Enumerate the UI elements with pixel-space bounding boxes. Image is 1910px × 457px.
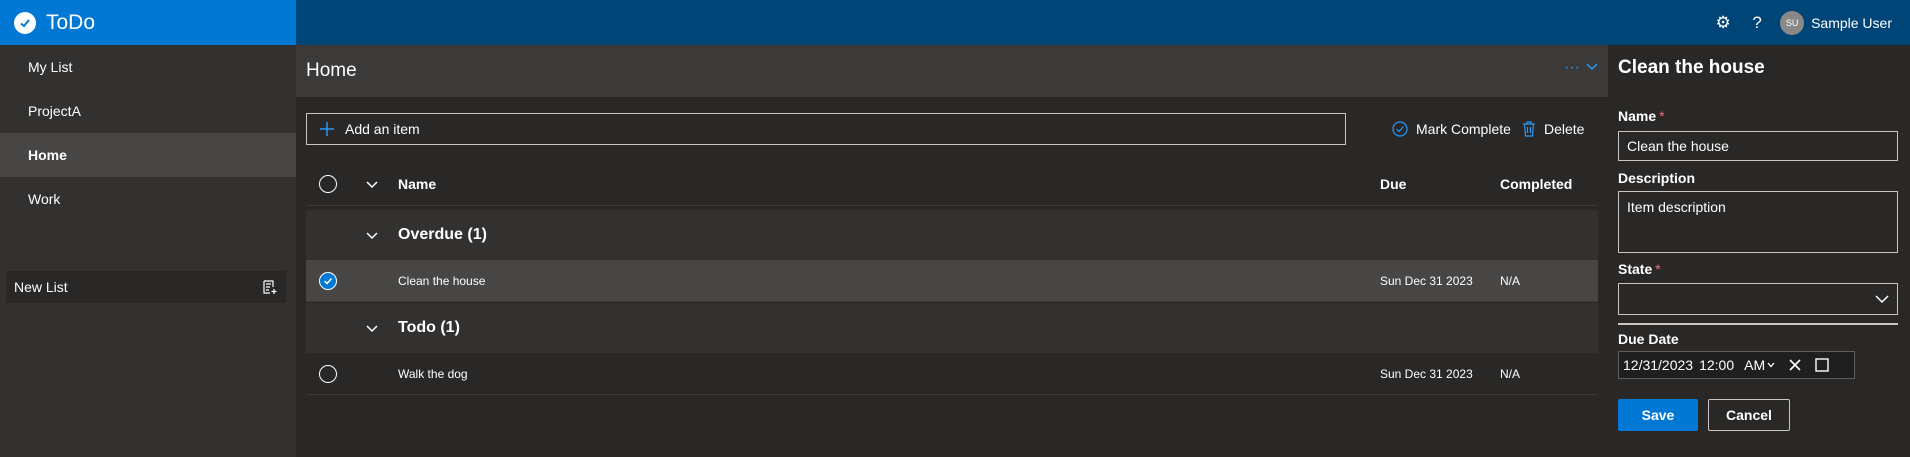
name-label-text: Name — [1618, 108, 1657, 124]
mark-complete-label: Mark Complete — [1416, 121, 1511, 137]
due-date-value[interactable]: 12/31/2023 — [1623, 357, 1693, 373]
app-title: ToDo — [46, 10, 96, 34]
table-row[interactable]: Walk the dog Sun Dec 31 2023 N/A — [306, 353, 1598, 395]
required-marker: * — [1655, 261, 1661, 277]
chevron-down-icon[interactable] — [1586, 59, 1598, 77]
clear-icon[interactable] — [1789, 359, 1801, 371]
calendar-icon[interactable] — [1815, 358, 1829, 372]
top-bar: ToDo ⚙ ? SU Sample User — [0, 0, 1910, 45]
collapse-all-icon[interactable] — [364, 176, 380, 192]
group-header-overdue[interactable]: Overdue (1) — [306, 210, 1598, 260]
app-brand[interactable]: ToDo — [0, 0, 296, 45]
ampm-select[interactable]: AM — [1744, 357, 1765, 373]
state-label: State * — [1618, 261, 1661, 277]
check-circle-icon — [1392, 121, 1408, 137]
cancel-button[interactable]: Cancel — [1708, 399, 1790, 431]
item-name: Clean the house — [398, 274, 486, 288]
plus-icon — [320, 122, 334, 136]
chevron-down-icon[interactable] — [364, 320, 380, 336]
due-date-input[interactable]: 12/31/2023 12:00 AM — [1618, 351, 1855, 379]
user-name[interactable]: Sample User — [1811, 15, 1892, 31]
delete-label: Delete — [1544, 121, 1585, 137]
list-options: ··· — [1558, 59, 1598, 77]
due-date-label: Due Date — [1618, 331, 1679, 347]
group-title: Todo (1) — [398, 319, 460, 336]
add-item-label: Add an item — [345, 121, 420, 137]
help-icon[interactable]: ? — [1746, 12, 1768, 34]
command-bar: Add an item Mark Complete Delete — [306, 113, 1598, 145]
trash-icon — [1523, 121, 1535, 137]
item-due: Sun Dec 31 2023 — [1380, 274, 1473, 288]
required-marker: * — [1659, 108, 1665, 124]
name-label: Name * — [1618, 108, 1665, 124]
delete-button[interactable]: Delete — [1522, 113, 1584, 145]
item-completed: N/A — [1500, 274, 1521, 288]
chevron-down-icon[interactable] — [364, 227, 380, 243]
add-list-icon[interactable] — [262, 279, 278, 295]
new-list-placeholder: New List — [14, 279, 68, 295]
item-checkbox[interactable] — [319, 272, 337, 290]
name-field[interactable]: Clean the house — [1618, 131, 1898, 161]
column-header-completed[interactable]: Completed — [1500, 162, 1572, 206]
sidebar: My List ProjectA Home Work New List — [0, 45, 296, 457]
gear-icon[interactable]: ⚙ — [1712, 12, 1734, 34]
state-label-text: State — [1618, 261, 1653, 277]
sidebar-item-projecta[interactable]: ProjectA — [0, 89, 296, 133]
main-header: Home ··· — [296, 45, 1608, 97]
sidebar-item-home[interactable]: Home — [0, 133, 296, 177]
item-completed: N/A — [1500, 367, 1521, 381]
item-checkbox[interactable] — [319, 365, 337, 383]
description-field[interactable]: Item description — [1618, 191, 1898, 253]
save-button[interactable]: Save — [1618, 399, 1698, 431]
details-panel: Clean the house Name * Clean the house De… — [1608, 45, 1910, 457]
table-row[interactable]: Clean the house Sun Dec 31 2023 N/A — [306, 260, 1598, 302]
group-header-todo[interactable]: Todo (1) — [306, 303, 1598, 353]
panel-title: Clean the house — [1618, 57, 1765, 78]
sidebar-item-my-list[interactable]: My List — [0, 45, 296, 89]
main-content: Home ··· Add an item Mark Complete Delet… — [296, 45, 1608, 457]
list-header: Name Due Completed — [306, 162, 1598, 206]
item-name: Walk the dog — [398, 367, 468, 381]
divider — [1618, 323, 1898, 325]
checkmark-icon — [323, 277, 333, 285]
sidebar-item-work[interactable]: Work — [0, 177, 296, 221]
item-due: Sun Dec 31 2023 — [1380, 367, 1473, 381]
description-label: Description — [1618, 170, 1696, 186]
select-all-checkbox[interactable] — [319, 175, 337, 193]
more-icon[interactable]: ··· — [1564, 59, 1580, 77]
due-time-value[interactable]: 12:00 — [1699, 357, 1734, 373]
avatar[interactable]: SU — [1780, 10, 1805, 35]
group-title: Overdue (1) — [398, 226, 487, 243]
column-header-due[interactable]: Due — [1380, 162, 1406, 206]
chevron-down-icon — [1767, 362, 1775, 368]
new-list-input[interactable]: New List — [6, 271, 286, 303]
chevron-down-icon — [1875, 295, 1889, 304]
mark-complete-button[interactable]: Mark Complete — [1392, 113, 1511, 145]
state-dropdown[interactable] — [1618, 283, 1898, 315]
add-item-input[interactable]: Add an item — [306, 113, 1346, 145]
page-title: Home — [306, 60, 357, 81]
check-logo-icon — [14, 11, 36, 34]
header-actions: ⚙ ? SU Sample User — [1712, 0, 1892, 45]
column-header-name[interactable]: Name — [398, 162, 436, 206]
